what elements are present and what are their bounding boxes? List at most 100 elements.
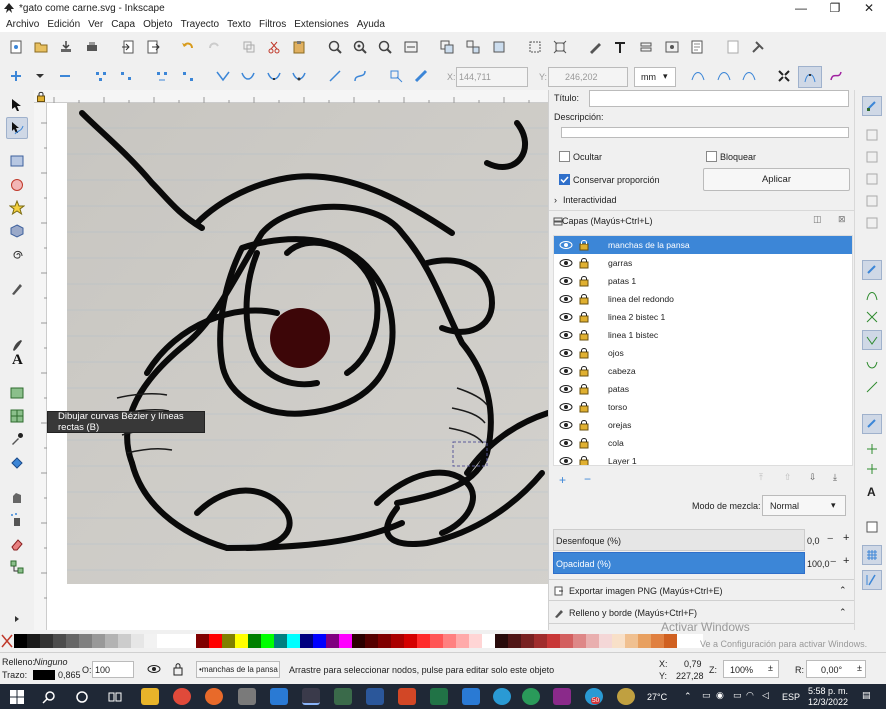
zoom-spinner[interactable]: 100% ± [723, 660, 779, 678]
snap-bbox-midpoint-icon[interactable] [865, 194, 879, 208]
layers-icon[interactable] [638, 39, 654, 55]
eye-icon[interactable] [559, 456, 573, 466]
node-tool[interactable] [6, 117, 28, 139]
xml-editor-icon[interactable] [587, 39, 603, 55]
swatch[interactable] [599, 634, 612, 648]
eye-icon[interactable] [559, 366, 573, 376]
blur-value[interactable]: 0,0 [807, 536, 820, 546]
swatch[interactable] [27, 634, 40, 648]
edit-clip-path-icon[interactable] [690, 68, 706, 84]
snap-grid-toggle[interactable] [862, 545, 882, 565]
print-icon[interactable] [84, 39, 100, 55]
tweak-tool[interactable] [6, 486, 28, 508]
opacity-decrement-icon[interactable]: − [830, 556, 836, 568]
menu-objeto[interactable]: Objeto [139, 19, 176, 30]
eye-icon[interactable] [559, 438, 573, 448]
swatch[interactable] [430, 634, 443, 648]
layer-row[interactable]: linea 2 bistec 1 [554, 308, 852, 326]
eraser-tool[interactable] [6, 533, 28, 555]
input-language[interactable]: ESP [782, 692, 800, 702]
swatch[interactable] [651, 634, 664, 648]
snap-object-center-icon[interactable] [865, 442, 879, 456]
symmetric-node-icon[interactable] [266, 68, 282, 84]
insert-node-icon[interactable] [8, 68, 24, 84]
document-properties-icon[interactable] [689, 39, 705, 55]
clone-icon[interactable] [491, 39, 507, 55]
import-icon[interactable] [120, 39, 136, 55]
rotation-spinner[interactable]: 0,00° ± [806, 660, 866, 678]
snap-text-baseline-icon[interactable]: A [865, 484, 879, 498]
lock-icon[interactable] [578, 365, 590, 377]
swatch[interactable] [443, 634, 456, 648]
stroke-to-path-icon[interactable] [413, 68, 429, 84]
swatch[interactable] [508, 634, 521, 648]
word-icon[interactable] [366, 688, 384, 705]
menu-ayuda[interactable]: Ayuda [353, 19, 389, 30]
firefox-icon[interactable] [205, 688, 223, 705]
layer-row[interactable]: patas [554, 380, 852, 398]
snap-bbox-edge-icon[interactable] [865, 150, 879, 164]
swatch[interactable] [196, 634, 209, 648]
new-document-icon[interactable] [8, 39, 24, 55]
auto-smooth-icon[interactable] [291, 68, 307, 84]
delete-node-icon[interactable] [57, 68, 73, 84]
swatch[interactable] [144, 634, 157, 648]
smooth-node-icon[interactable] [240, 68, 256, 84]
layer-visibility-icon[interactable] [146, 661, 162, 677]
objects-icon[interactable] [664, 39, 680, 55]
snap-bbox-corner-icon[interactable] [865, 172, 879, 186]
swatch[interactable] [209, 634, 222, 648]
transform-icon[interactable] [552, 39, 568, 55]
inkscape-taskbar-icon[interactable] [302, 688, 320, 705]
swatch[interactable] [157, 634, 170, 648]
excel-icon[interactable] [430, 688, 448, 705]
ungroup-icon[interactable] [465, 39, 481, 55]
transform-handles-icon[interactable] [776, 68, 792, 84]
swatch[interactable] [235, 634, 248, 648]
panel-float-icon[interactable]: ◫ [813, 214, 822, 225]
swatch[interactable] [170, 634, 183, 648]
lock-icon[interactable] [578, 311, 590, 323]
snap-toggle[interactable] [862, 96, 882, 116]
snap-midpoint-icon[interactable] [865, 380, 879, 394]
make-line-icon[interactable] [327, 68, 343, 84]
blur-slider[interactable]: Desenfoque (%) [553, 529, 805, 551]
eye-icon[interactable] [559, 384, 573, 394]
lock-icon[interactable] [578, 347, 590, 359]
swatch[interactable] [638, 634, 651, 648]
swatch[interactable] [261, 634, 274, 648]
swatch[interactable] [612, 634, 625, 648]
layer-row[interactable]: linea del redondo [554, 290, 852, 308]
y-coord-field[interactable]: 246,202 [548, 67, 628, 87]
text-font-icon[interactable] [612, 39, 628, 55]
eye-icon[interactable] [559, 330, 573, 340]
mesh-tool[interactable] [6, 405, 28, 427]
path-effect-icon[interactable] [741, 68, 757, 84]
powerpoint-icon[interactable] [398, 688, 416, 705]
snap-nodes-toggle[interactable] [862, 260, 882, 280]
zoom-selection-icon[interactable] [327, 39, 343, 55]
cortana-icon[interactable] [75, 690, 89, 704]
swatch[interactable] [313, 634, 326, 648]
spray-tool[interactable] [6, 509, 28, 531]
mail-icon[interactable] [238, 688, 256, 705]
menu-ver[interactable]: Ver [84, 19, 107, 30]
swatch[interactable] [378, 634, 391, 648]
preferences-icon[interactable] [725, 39, 741, 55]
vertical-ruler[interactable] [34, 103, 47, 630]
swatch[interactable] [222, 634, 235, 648]
layer-down-icon[interactable]: ⇩ [809, 472, 817, 483]
menu-extensiones[interactable]: Extensiones [290, 19, 352, 30]
swatch[interactable] [14, 634, 27, 648]
maximize-button[interactable]: ❐ [818, 0, 852, 16]
menu-edicion[interactable]: Edición [43, 19, 84, 30]
spiral-tool[interactable] [6, 244, 28, 266]
vscode-icon[interactable] [270, 688, 288, 705]
swatch[interactable] [79, 634, 92, 648]
snap-smooth-icon[interactable] [865, 358, 879, 372]
tools-icon[interactable] [750, 39, 766, 55]
layer-row[interactable]: cola [554, 434, 852, 452]
stroke-color-swatch[interactable] [33, 670, 55, 680]
lock-icon[interactable] [578, 275, 590, 287]
weather-icon[interactable] [617, 688, 635, 705]
